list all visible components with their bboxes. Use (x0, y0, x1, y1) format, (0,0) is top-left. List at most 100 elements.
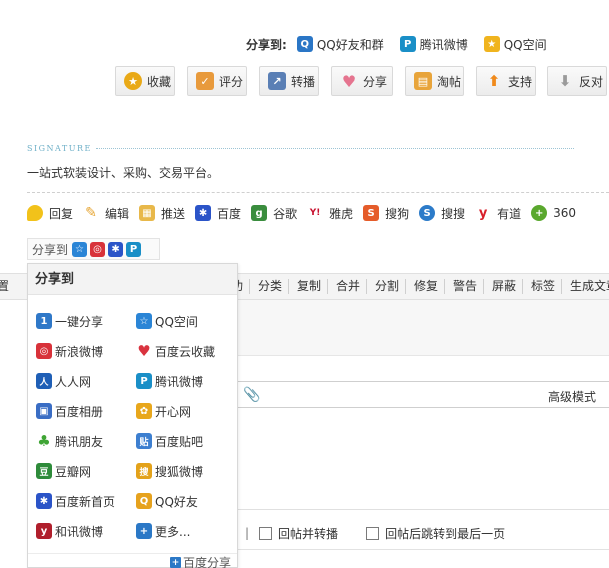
share-top-bar: 分享到: Q QQ好友和群 P 腾讯微博 ★ QQ空间 (246, 34, 563, 54)
rate-button[interactable]: ✓ 评分 (187, 66, 247, 96)
oppose-button[interactable]: ⬇ 反对 (547, 66, 607, 96)
mod-separator (444, 279, 445, 294)
jump-last-page-checkbox[interactable] (366, 526, 380, 540)
baidu-paw-icon[interactable]: ✱ (108, 241, 124, 257)
advanced-mode-link[interactable]: 高级模式 (548, 388, 596, 405)
share-option-label: 腾讯朋友 (55, 434, 104, 449)
heart-icon: ♥ (341, 71, 357, 91)
share-option-label: 和讯微博 (55, 524, 104, 539)
mod-item-repair[interactable]: 修复 (414, 274, 438, 299)
share-tencent-weibo-link[interactable]: P 腾讯微博 (399, 36, 468, 53)
taotie-button[interactable]: ▤ 淘帖 (405, 66, 464, 96)
share-qq-friends-link[interactable]: Q QQ好友和群 (296, 36, 384, 53)
tencent-weibo-icon: P (399, 36, 416, 52)
tray-icon: ▤ (414, 72, 432, 90)
360-link[interactable]: + 360 (531, 205, 576, 221)
google-icon: g (251, 205, 268, 221)
360-icon: + (531, 205, 548, 221)
option-jump-last-page[interactable]: 回帖后跳转到最后一页 (366, 525, 505, 542)
share-option-baidu-album[interactable]: ▣ 百度相册 (36, 402, 103, 420)
forward-icon: ↗ (268, 72, 286, 90)
share-option-sina-weibo[interactable]: ◎ 新浪微博 (36, 342, 103, 360)
share-option-label: 人人网 (55, 374, 92, 389)
google-link[interactable]: g 谷歌 (251, 205, 297, 222)
share-option-tencent-weibo[interactable]: P 腾讯微博 (136, 372, 203, 390)
reply-options: | 回帖并转播 回帖后跳转到最后一页 (245, 524, 533, 542)
options-divider: | (245, 526, 250, 540)
paperclip-icon[interactable]: 📎 (243, 387, 260, 403)
reply-link[interactable]: 回复 (27, 205, 73, 222)
push-link[interactable]: ▦ 推送 (139, 205, 185, 222)
mod-item-split[interactable]: 分割 (375, 274, 399, 299)
share-option-label: QQ空间 (155, 314, 198, 329)
share-option-tieba[interactable]: 贴 百度贴吧 (136, 432, 203, 450)
share-option-renren[interactable]: 人 人人网 (36, 372, 91, 390)
post-divider (27, 192, 609, 193)
yahoo-label: 雅虎 (329, 206, 354, 221)
edit-link[interactable]: ✎ 编辑 (83, 205, 129, 222)
share-popup-title: 分享到 (28, 264, 237, 295)
youdao-label: 有道 (497, 206, 522, 221)
share-qzone-link[interactable]: ★ QQ空间 (483, 36, 547, 53)
thumbs-up-icon: ✓ (196, 72, 214, 90)
youdao-link[interactable]: y 有道 (475, 205, 521, 222)
360-label: 360 (553, 206, 577, 220)
mod-item-partial-left[interactable]: 置 (0, 274, 9, 299)
qq-penguin-icon: Q (296, 36, 313, 52)
share-to-label: 分享到 (32, 242, 69, 257)
qzone-icon[interactable]: ☆ (72, 241, 88, 257)
share-option-douban[interactable]: 豆 豆瓣网 (36, 462, 91, 480)
mod-item-copy[interactable]: 复制 (297, 274, 321, 299)
share-label: 分享 (363, 74, 388, 89)
baidu-paw-icon: ✱ (195, 205, 212, 221)
oppose-label: 反对 (579, 74, 604, 89)
share-button[interactable]: ♥ 分享 (331, 66, 393, 96)
share-option-hexun-weibo[interactable]: y 和讯微博 (36, 522, 103, 540)
baidu-link[interactable]: ✱ 百度 (195, 205, 241, 222)
option-reply-and-forward[interactable]: 回帖并转播 (259, 525, 338, 542)
mod-item-tag[interactable]: 标签 (531, 274, 555, 299)
share-option-kaixin[interactable]: ✿ 开心网 (136, 402, 191, 420)
signature-divider (95, 147, 574, 149)
share-to-bar[interactable]: 分享到 ☆ ◎ ✱ P (27, 238, 160, 260)
baidu-album-icon: ▣ (36, 403, 52, 419)
mod-separator (249, 279, 250, 294)
mod-item-category[interactable]: 分类 (258, 274, 282, 299)
share-option-qzone[interactable]: ☆ QQ空间 (136, 312, 198, 330)
sina-weibo-icon[interactable]: ◎ (90, 241, 106, 257)
share-option-baidu-homepage[interactable]: ✱ 百度新首页 (36, 492, 115, 510)
yahoo-link[interactable]: Y! 雅虎 (307, 205, 353, 222)
reply-textarea[interactable] (237, 408, 609, 510)
share-option-label: 百度相册 (55, 404, 104, 419)
heart-icon: ♥ (137, 342, 151, 360)
tencent-weibo-icon[interactable]: P (126, 241, 142, 257)
soso-link[interactable]: S 搜搜 (419, 205, 465, 222)
baidu-share-link[interactable]: + 百度分享 (169, 554, 231, 568)
signature-heading-text: SIGNATURE (27, 143, 92, 153)
signature-heading: SIGNATURE (27, 142, 574, 154)
share-option-qq-friends[interactable]: Q QQ好友 (136, 492, 198, 510)
share-option-label: 搜狐微博 (155, 464, 204, 479)
share-option-label: 新浪微博 (55, 344, 104, 359)
mod-item-block[interactable]: 屏蔽 (492, 274, 516, 299)
share-option-one-click[interactable]: 1 一键分享 (36, 312, 103, 330)
forward-button[interactable]: ↗ 转播 (259, 66, 319, 96)
mod-item-generate-article[interactable]: 生成文章 (570, 274, 609, 299)
share-option-more[interactable]: + 更多... (136, 522, 190, 540)
share-option-baidu-cloud[interactable]: ♥ 百度云收藏 (136, 342, 215, 360)
footer-divider (237, 549, 609, 550)
share-option-label: 百度云收藏 (155, 344, 216, 359)
sohu-weibo-icon: 搜 (136, 463, 152, 479)
sogou-link[interactable]: S 搜狗 (363, 205, 409, 222)
mod-item-merge[interactable]: 合并 (336, 274, 360, 299)
share-option-tencent-friends[interactable]: ♣ 腾讯朋友 (36, 432, 103, 450)
share-option-label: 百度贴吧 (155, 434, 204, 449)
support-button[interactable]: ⬆ 支持 (476, 66, 536, 96)
pencil-icon: ✎ (85, 205, 97, 221)
favorite-button[interactable]: ★ 收藏 (115, 66, 175, 96)
douban-icon: 豆 (36, 463, 52, 479)
share-option-sohu-weibo[interactable]: 搜 搜狐微博 (136, 462, 203, 480)
mod-item-warn[interactable]: 警告 (453, 274, 477, 299)
share-option-label: 腾讯微博 (155, 374, 204, 389)
reply-forward-checkbox[interactable] (259, 526, 273, 540)
